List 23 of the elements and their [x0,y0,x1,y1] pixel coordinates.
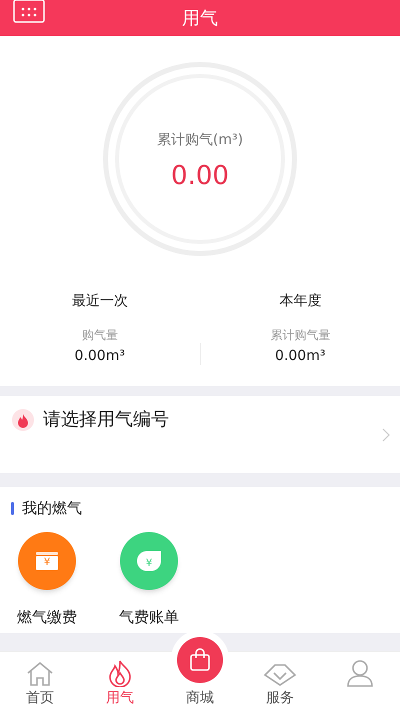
stat-heading: 本年度 [279,292,322,311]
total-label: 累计购气(m³) [156,130,244,150]
chevron-right-icon [382,428,390,442]
diamond-icon [263,663,297,687]
tab-bar-item[interactable]: 首页 [0,652,80,711]
tab-bar-item[interactable]: 服务 [240,652,320,711]
flame-icon [107,659,133,687]
total-value: 0.00 [171,160,229,192]
section-title: 我的燃气 [22,498,82,519]
page-title: 用气 [182,6,218,30]
stat-label: 累计购气量 [270,327,330,344]
calendar-icon[interactable] [12,0,46,24]
stat-label: 购气量 [82,327,118,344]
tab-bar-item[interactable]: 商城 [160,635,240,711]
flame-icon [12,409,34,431]
tab-bar-item[interactable]: 用气 [80,652,160,711]
stat-value: 0.00m³ [74,347,125,366]
stat-heading: 最近一次 [72,292,128,311]
person-icon [346,659,374,687]
leaf-icon: ¥ [135,550,163,570]
account-select-row[interactable]: 请选择用气编号 [0,396,400,473]
home-icon [26,661,54,687]
stat-value: 0.00m³ [275,347,326,366]
